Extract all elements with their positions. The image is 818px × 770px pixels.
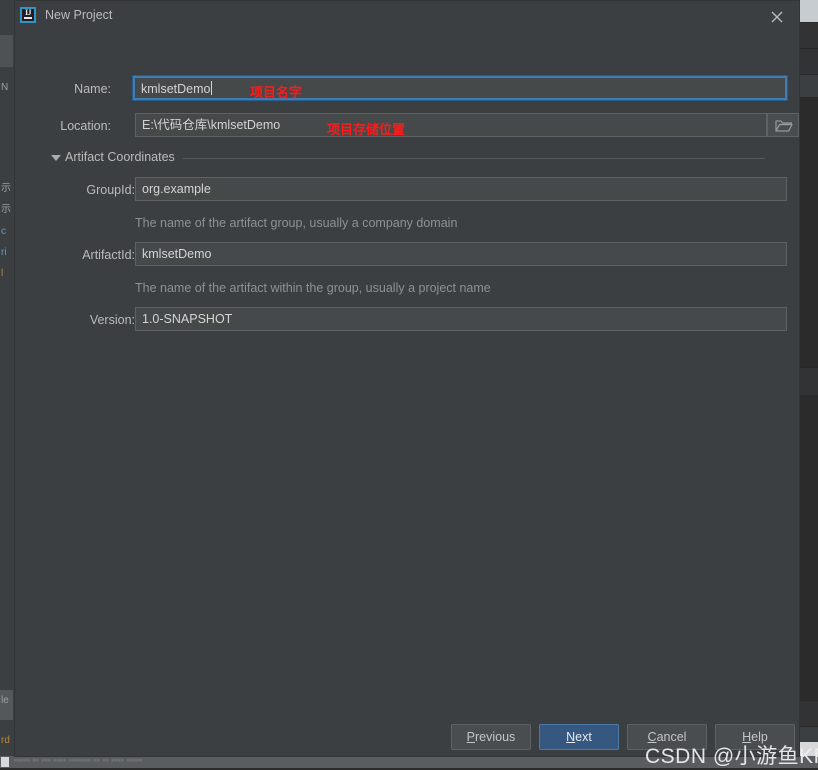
help-button[interactable]: Help (715, 724, 795, 750)
background-text-fragment-0: 示 (1, 183, 11, 194)
location-annotation: 项目存储位置 (327, 122, 406, 137)
background-left-toolstrip (0, 0, 15, 768)
background-status-chip (1, 757, 9, 767)
background-right-panel-f (800, 726, 818, 743)
section-divider (183, 158, 765, 159)
background-right-editor (800, 97, 818, 367)
version-field-label: Version: (89, 313, 135, 327)
previous-button-label: revious (475, 730, 516, 744)
cancel-button[interactable]: Cancel (627, 724, 707, 750)
background-text-fragment-3: ri (1, 247, 7, 258)
groupid-input[interactable]: org.example (135, 177, 787, 201)
new-project-dialog: IJ New Project Name: kmlsetDemo 项目名字 Loc… (14, 0, 800, 757)
background-left-tab (0, 35, 13, 67)
background-text-fragment-4: l (1, 268, 4, 279)
background-right-panel-e (800, 700, 818, 727)
background-status-bar: ▪▪▪▪▪ ▪▪ ▪▪▪ ▪▪▪▪ ▪▪▪▪▪▪▪ ▪▪ ▪▪ ▪▪▪▪ ▪▪▪… (0, 756, 818, 768)
previous-button-mnemonic: P (466, 730, 476, 744)
section-title: Artifact Coordinates (65, 150, 175, 164)
intellij-idea-icon: IJ (20, 7, 36, 23)
groupid-hint: The name of the artifact group, usually … (135, 216, 458, 230)
dialog-footer: Previous Next Cancel Help (15, 719, 799, 756)
background-text-fragment-2: c (1, 226, 6, 237)
background-right-editor-b (800, 395, 818, 700)
cancel-button-mnemonic: C (647, 730, 657, 744)
artifactid-field-label: ArtifactId: (82, 248, 135, 262)
name-field-label: Name: (74, 82, 111, 96)
background-text-fragment-bottom2: rd (1, 735, 10, 746)
background-status-text: ▪▪▪▪▪ ▪▪ ▪▪▪ ▪▪▪▪ ▪▪▪▪▪▪▪ ▪▪ ▪▪ ▪▪▪▪ ▪▪▪… (14, 756, 143, 765)
dialog-title: New Project (45, 8, 113, 22)
background-right-panel-b (800, 48, 818, 75)
help-button-mnemonic: H (742, 730, 752, 744)
background-right-highlight (800, 0, 818, 22)
next-button-mnemonic: N (566, 730, 576, 744)
name-input[interactable]: kmlsetDemo (132, 75, 788, 101)
version-input[interactable]: 1.0-SNAPSHOT (135, 307, 787, 331)
background-right-panel-light (800, 742, 818, 756)
location-input[interactable]: E:\代码仓库\kmlsetDemo (135, 113, 767, 137)
next-button[interactable]: Next (539, 724, 619, 750)
name-input-value: kmlsetDemo (141, 82, 211, 96)
folder-icon[interactable] (767, 113, 799, 137)
cancel-button-label: ancel (656, 730, 687, 744)
background-text-fragment-1: 示 (1, 204, 11, 215)
background-text-fragment-n: N (1, 82, 9, 93)
dialog-titlebar: IJ New Project (15, 1, 799, 31)
next-button-label: ext (575, 730, 592, 744)
triangle-down-icon[interactable] (51, 155, 61, 161)
groupid-field-label: GroupId: (86, 183, 135, 197)
background-right-panel-c (800, 74, 818, 98)
background-text-fragment-bottom: le (1, 695, 9, 706)
background-right-panel-a (800, 22, 818, 49)
location-field-label: Location: (60, 119, 111, 133)
close-icon[interactable] (755, 1, 799, 31)
previous-button[interactable]: Previous (451, 724, 531, 750)
help-button-label: elp (751, 730, 768, 744)
artifactid-hint: The name of the artifact within the grou… (135, 281, 491, 295)
artifact-coordinates-section-header[interactable]: Artifact Coordinates (51, 150, 801, 166)
background-right-panel-d (800, 367, 818, 396)
name-annotation: 项目名字 (250, 85, 303, 100)
dialog-form-body: Name: kmlsetDemo 项目名字 Location: E:\代码仓库\… (15, 31, 799, 721)
artifactid-input[interactable]: kmlsetDemo (135, 242, 787, 266)
text-caret (211, 81, 213, 95)
